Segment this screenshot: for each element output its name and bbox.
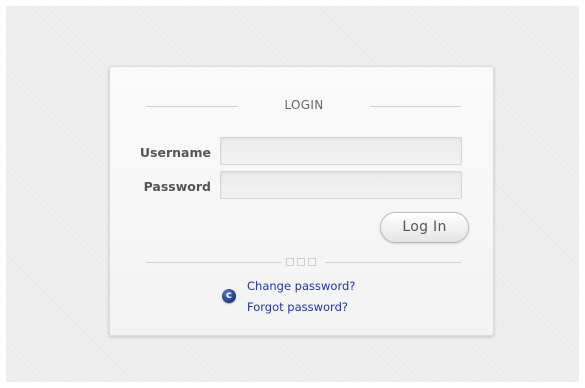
divider-line-left: [146, 262, 282, 263]
password-input[interactable]: [220, 171, 462, 199]
username-input[interactable]: [220, 137, 462, 165]
divider-line-right: [325, 262, 461, 263]
forgot-password-link[interactable]: Forgot password?: [247, 300, 348, 314]
login-title: LOGIN: [284, 98, 324, 112]
divider-dot: [297, 258, 305, 266]
divider-dot: [286, 258, 294, 266]
divider-dots-ornament: [286, 258, 322, 266]
password-label: Password: [143, 179, 211, 194]
login-button[interactable]: Log In: [380, 212, 469, 243]
title-divider-right: [370, 106, 461, 107]
login-title-row: LOGIN: [146, 97, 461, 117]
change-password-link[interactable]: Change password?: [247, 279, 355, 293]
login-panel: LOGIN Username Password Log In c Change …: [109, 66, 494, 336]
blue-circle-c-icon: c: [222, 289, 236, 303]
title-divider-left: [146, 106, 238, 107]
section-divider: [146, 256, 461, 268]
username-label: Username: [139, 145, 211, 160]
divider-dot: [308, 258, 316, 266]
